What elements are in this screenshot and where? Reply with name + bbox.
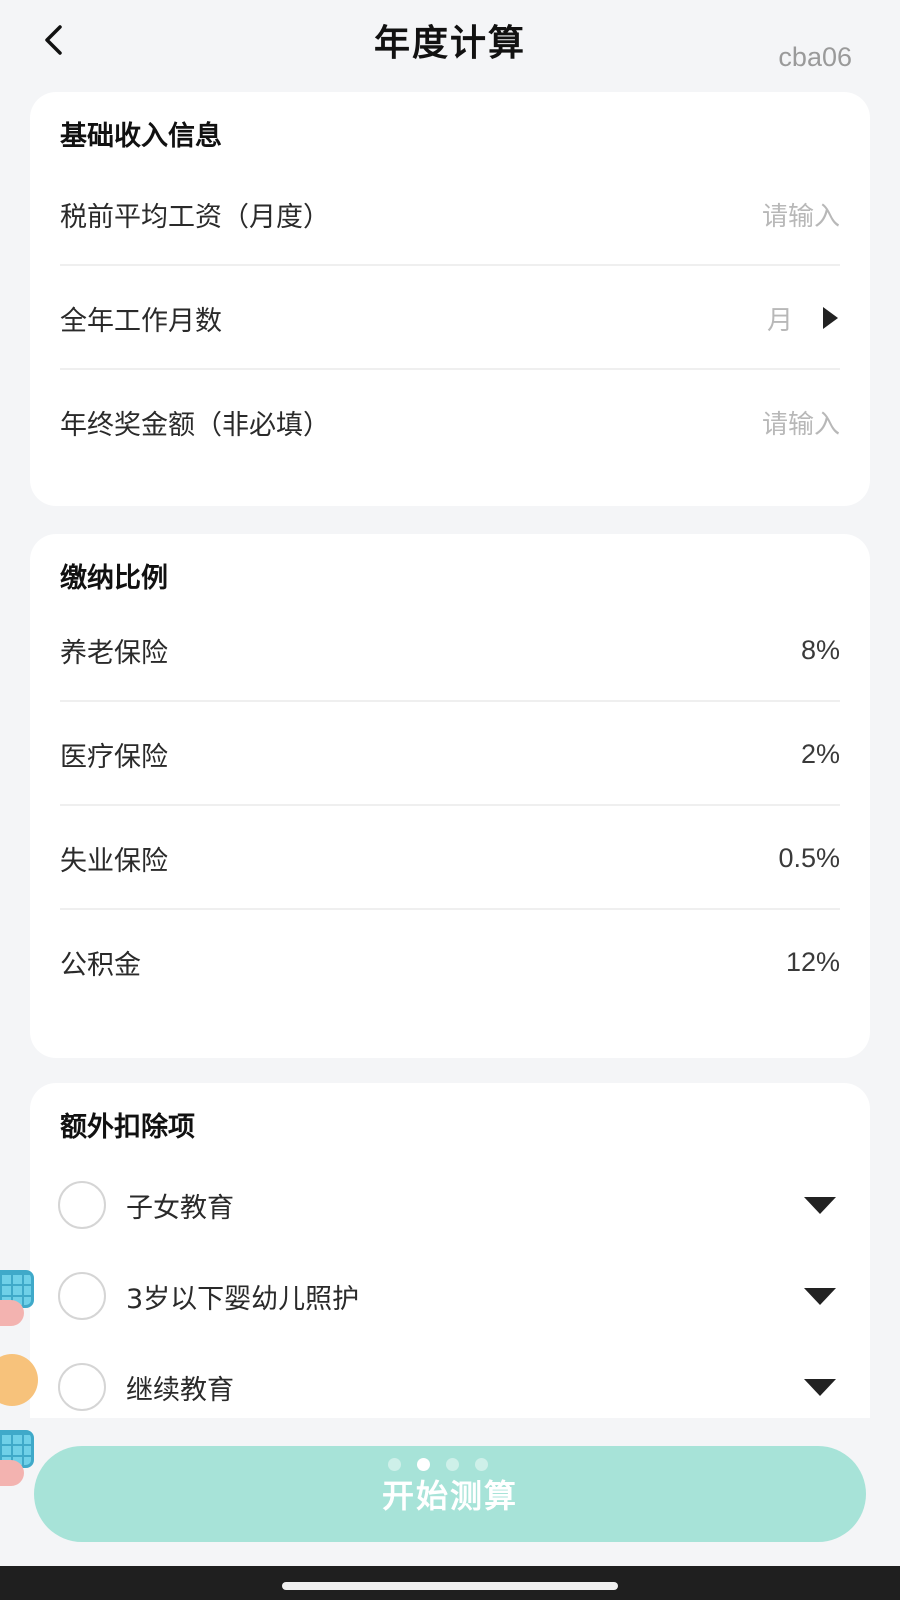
page-code-label: cba06 (778, 42, 852, 72)
carousel-dot (475, 1458, 488, 1471)
unemployment-row[interactable]: 失业保险 0.5% (60, 806, 840, 910)
checkbox[interactable] (58, 1181, 106, 1229)
contribution-ratio-title: 缴纳比例 (60, 563, 168, 594)
year-end-bonus-label: 年终奖金额（非必填） (60, 409, 330, 441)
carousel-indicator (388, 1458, 488, 1471)
top-bar: 年度计算 cba06 (0, 0, 900, 90)
unemployment-value[interactable]: 0.5% (778, 843, 840, 874)
monthly-salary-label: 税前平均工资（月度） (60, 201, 330, 233)
housing-fund-label: 公积金 (60, 949, 141, 981)
triangle-right-icon (823, 307, 838, 329)
deduction-label: 3岁以下婴幼儿照护 (126, 1283, 360, 1315)
year-end-bonus-row[interactable]: 年终奖金额（非必填） 请输入 (60, 370, 840, 474)
pension-row[interactable]: 养老保险 8% (60, 598, 840, 702)
caret-down-icon[interactable] (804, 1196, 836, 1214)
orange-badge-icon (0, 1354, 38, 1406)
deduction-item-infant-care[interactable]: 3岁以下婴幼儿照护 (58, 1266, 840, 1326)
pension-label: 养老保险 (60, 637, 168, 669)
checkbox[interactable] (58, 1272, 106, 1320)
unemployment-label: 失业保险 (60, 845, 168, 877)
blob-icon (0, 1460, 24, 1486)
caret-down-icon[interactable] (804, 1287, 836, 1305)
deduction-label: 子女教育 (126, 1192, 234, 1224)
housing-fund-value[interactable]: 12% (786, 947, 840, 978)
deduction-item-children-education[interactable]: 子女教育 (58, 1175, 840, 1235)
floating-widget-icon[interactable] (0, 1430, 38, 1486)
caret-down-icon[interactable] (804, 1378, 836, 1396)
contribution-ratio-card: 缴纳比例 养老保险 8% 医疗保险 2% 失业保险 0.5% 公积金 12% (30, 534, 870, 1058)
deduction-item-continuing-education[interactable]: 继续教育 (58, 1357, 840, 1417)
basic-income-title: 基础收入信息 (60, 121, 222, 152)
extra-deductions-title: 额外扣除项 (60, 1112, 195, 1143)
floating-widget-icon[interactable] (0, 1270, 38, 1326)
checkbox[interactable] (58, 1363, 106, 1411)
medical-value[interactable]: 2% (801, 739, 840, 770)
year-end-bonus-input[interactable]: 请输入 (762, 404, 840, 441)
housing-fund-row[interactable]: 公积金 12% (60, 910, 840, 1014)
page-title: 年度计算 (373, 23, 526, 64)
floating-widget-icon[interactable] (0, 1354, 38, 1406)
medical-label: 医疗保险 (60, 741, 168, 773)
basic-income-card: 基础收入信息 税前平均工资（月度） 请输入 全年工作月数 月 年终奖金额（非必填… (30, 92, 870, 506)
extra-deductions-card: 额外扣除项 子女教育 3岁以下婴幼儿照护 继续教育 (30, 1083, 870, 1418)
pension-value[interactable]: 8% (801, 635, 840, 666)
home-indicator[interactable] (282, 1582, 618, 1590)
carousel-dot (388, 1458, 401, 1471)
medical-row[interactable]: 医疗保险 2% (60, 702, 840, 806)
monthly-salary-row[interactable]: 税前平均工资（月度） 请输入 (60, 162, 840, 266)
carousel-dot (417, 1458, 430, 1471)
deduction-label: 继续教育 (126, 1374, 234, 1406)
work-months-row[interactable]: 全年工作月数 月 (60, 266, 840, 370)
carousel-dot (446, 1458, 459, 1471)
work-months-label: 全年工作月数 (60, 305, 222, 337)
monthly-salary-input[interactable]: 请输入 (762, 196, 840, 233)
blob-icon (0, 1300, 24, 1326)
work-months-picker[interactable]: 月 (767, 300, 793, 337)
